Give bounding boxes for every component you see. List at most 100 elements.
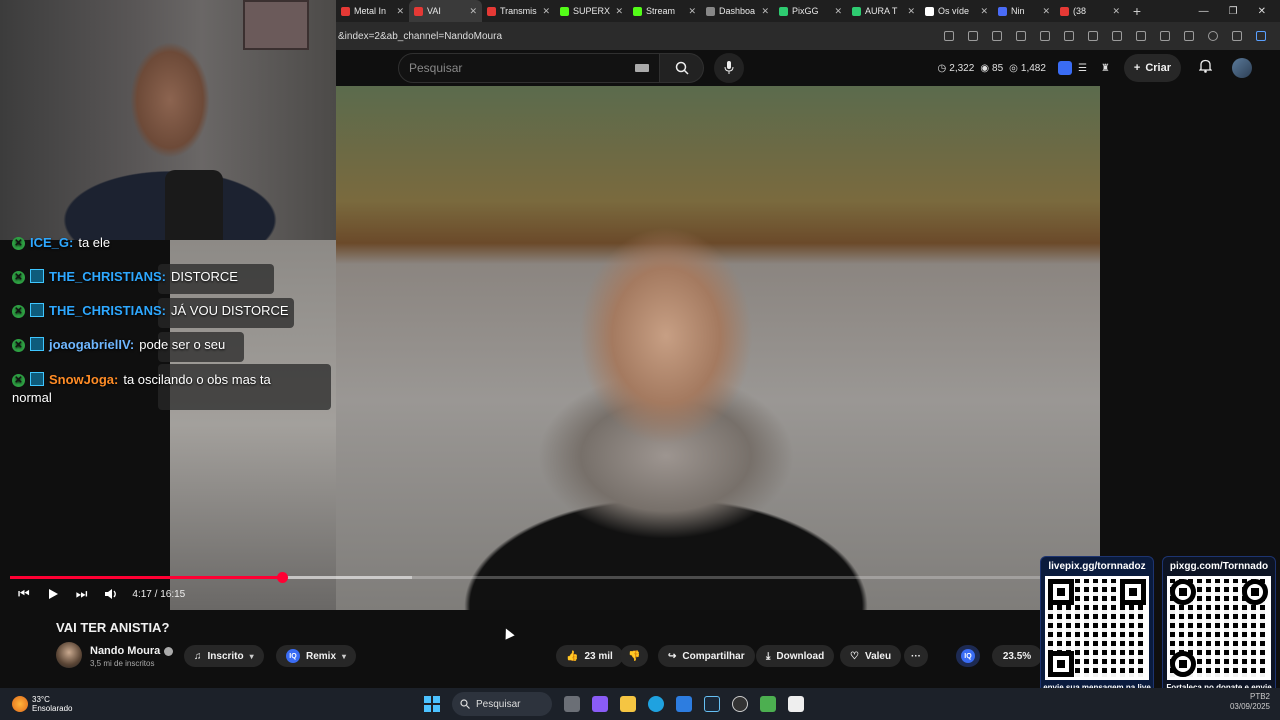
system-clock[interactable]: PTB2 03/09/2025 — [1230, 692, 1270, 712]
windows-start-icon[interactable] — [424, 696, 440, 712]
url-field[interactable]: &index=2&ab_channel=NandoMoura — [338, 31, 944, 42]
more-icon: ··· — [911, 650, 921, 662]
search-icon — [675, 61, 689, 75]
voice-search-button[interactable] — [714, 53, 744, 83]
browser-tab[interactable]: Transmis ✕ — [482, 0, 555, 22]
file-explorer-icon[interactable] — [620, 696, 636, 712]
notifications-button[interactable] — [1198, 59, 1213, 78]
bell-icon — [1198, 59, 1213, 73]
video-side-area — [1100, 86, 1280, 610]
viewers-icon: ◉ — [980, 62, 990, 74]
taskbar-center: Pesquisar — [424, 692, 804, 716]
browser-tab[interactable]: AURA T ✕ — [847, 0, 920, 22]
download-button[interactable]: ⤓ Download — [756, 645, 835, 667]
account-avatar[interactable] — [1232, 58, 1252, 78]
obs-icon[interactable] — [732, 696, 748, 712]
eye-icon: ◎ — [1009, 62, 1018, 74]
close-icon[interactable]: ✕ — [1042, 6, 1050, 17]
keyboard-icon[interactable] — [635, 64, 649, 72]
new-tab-button[interactable]: + — [1125, 3, 1149, 19]
list-icon[interactable]: ☰ — [1078, 63, 1087, 74]
split-screen-icon[interactable] — [1112, 31, 1122, 41]
progress-played — [10, 576, 282, 579]
screen: { "browser": { "tabs": [ {"label": "Meta… — [0, 0, 1280, 720]
iq-extension-icon[interactable] — [1057, 61, 1072, 75]
next-icon[interactable]: ⏭ — [76, 586, 88, 602]
thanks-button[interactable]: ♡ Valeu — [840, 645, 902, 667]
channel-name-row[interactable]: Nando Moura — [90, 645, 174, 657]
iq-icon: IQ — [961, 649, 975, 663]
subscribed-button[interactable]: ♫ Inscrito ▾ — [184, 645, 264, 667]
channel-avatar[interactable] — [56, 642, 82, 668]
app-icon[interactable] — [760, 696, 776, 712]
browser-tab[interactable]: Dashboa ✕ — [701, 0, 774, 22]
iq-extension-button[interactable]: IQ — [956, 645, 980, 667]
menu-icon[interactable] — [1232, 31, 1242, 41]
verified-icon — [164, 646, 174, 656]
play-icon[interactable] — [47, 588, 59, 600]
search-button[interactable] — [660, 53, 704, 83]
record-favicon-icon — [1060, 6, 1069, 16]
collections-icon[interactable] — [1160, 31, 1170, 41]
close-icon[interactable]: ✕ — [761, 6, 769, 17]
prime-badge-icon — [30, 372, 44, 386]
minimize-icon[interactable]: — — [1199, 6, 1209, 17]
edge-icon[interactable] — [648, 696, 664, 712]
profile-icon[interactable] — [1208, 31, 1218, 41]
browser-tab-active[interactable]: VAI ✕ — [409, 0, 482, 22]
close-icon[interactable]: ✕ — [907, 6, 915, 17]
like-button[interactable]: 👍 23 mil — [556, 645, 623, 667]
kick-favicon-icon — [560, 6, 569, 16]
weather-widget[interactable]: 33°C Ensolarado — [12, 695, 72, 713]
maximize-icon[interactable]: ❐ — [1229, 6, 1238, 17]
prime-badge-icon — [30, 337, 44, 351]
trophy-icon[interactable]: ♜ — [1101, 63, 1110, 74]
copilot-icon[interactable] — [592, 696, 608, 712]
taskbar-search[interactable]: Pesquisar — [452, 692, 552, 716]
extension-icon[interactable] — [1016, 31, 1026, 41]
close-icon[interactable]: ✕ — [615, 6, 623, 17]
close-window-icon[interactable]: ✕ — [1258, 6, 1266, 17]
share-icon: ↪ — [668, 650, 677, 662]
dislike-button[interactable]: 👎 — [620, 645, 649, 667]
close-icon[interactable]: ✕ — [834, 6, 842, 17]
favorites-icon[interactable] — [1136, 31, 1146, 41]
share-button[interactable]: ↪ Compartilhar — [658, 645, 755, 667]
refresh-extension-icon[interactable] — [1088, 31, 1098, 41]
task-view-icon[interactable] — [564, 696, 580, 712]
close-icon[interactable]: ✕ — [469, 6, 477, 17]
app-favicon-icon — [998, 6, 1007, 16]
install-app-icon[interactable] — [944, 31, 954, 41]
store-icon[interactable] — [676, 696, 692, 712]
browser-tab[interactable]: Nin ✕ — [993, 0, 1055, 22]
copilot-icon[interactable] — [1256, 31, 1266, 41]
volume-icon[interactable] — [104, 588, 118, 600]
prime-badge-icon — [30, 269, 44, 283]
browser-tab[interactable]: (38 ✕ — [1055, 0, 1125, 22]
browser-tab[interactable]: Os víde ✕ — [920, 0, 993, 22]
downloads-icon[interactable] — [1184, 31, 1194, 41]
close-icon[interactable]: ✕ — [396, 6, 404, 17]
close-icon[interactable]: ✕ — [980, 6, 988, 17]
favorite-star-icon[interactable] — [968, 31, 978, 41]
close-icon[interactable]: ✕ — [1112, 6, 1120, 17]
browser-tab[interactable]: PixGG ✕ — [774, 0, 847, 22]
previous-icon[interactable]: ⏮ — [18, 586, 30, 602]
search-input[interactable]: Pesquisar — [398, 53, 660, 83]
video-frame[interactable] — [336, 86, 1100, 610]
notepad-icon[interactable] — [788, 696, 804, 712]
extension-icon[interactable] — [992, 31, 1002, 41]
browser-tab[interactable]: Stream ✕ — [628, 0, 701, 22]
close-icon[interactable]: ✕ — [688, 6, 696, 17]
remix-button[interactable]: IQ Remix ▾ — [276, 645, 357, 667]
weather-text: 33°C Ensolarado — [32, 695, 73, 713]
progress-scrubber-handle[interactable] — [276, 572, 288, 583]
extension-icon[interactable] — [1040, 31, 1050, 41]
extension-icon[interactable] — [1064, 31, 1074, 41]
create-button[interactable]: + Criar — [1123, 54, 1181, 82]
close-icon[interactable]: ✕ — [542, 6, 550, 17]
browser-tab[interactable]: SUPERX ✕ — [555, 0, 628, 22]
browser-tab[interactable]: Metal In ✕ — [336, 0, 409, 22]
steam-icon[interactable] — [704, 696, 720, 712]
more-actions-button[interactable]: ··· — [904, 645, 928, 667]
